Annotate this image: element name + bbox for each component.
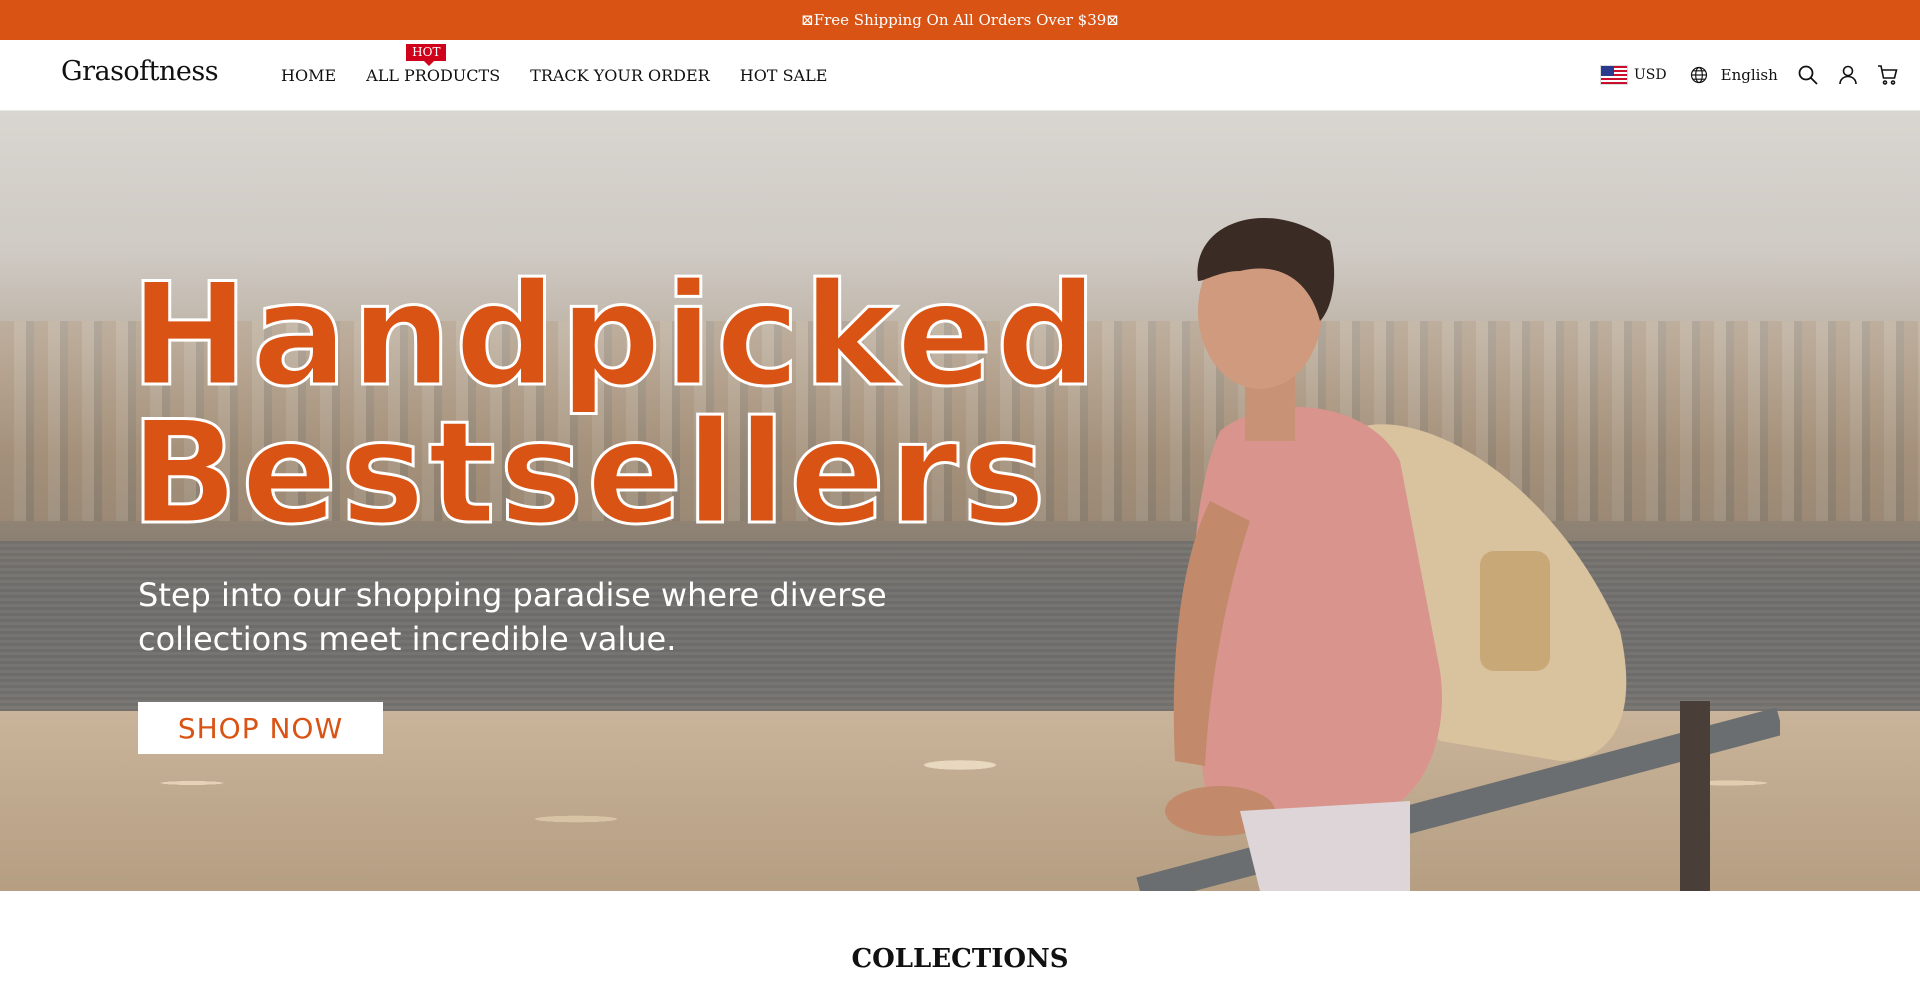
nav-item-home[interactable]: HOME	[281, 66, 336, 85]
us-flag-icon[interactable]	[1600, 65, 1628, 85]
nav-item-all-products[interactable]: HOT ALL PRODUCTS	[366, 44, 501, 85]
hero-subtext: Step into our shopping paradise where di…	[138, 576, 887, 658]
globe-icon[interactable]	[1689, 65, 1709, 85]
hero-model-image	[1136, 217, 1780, 891]
nav-item-track-order[interactable]: TRACK YOUR ORDER	[530, 66, 710, 85]
language-selector[interactable]: English	[1721, 66, 1778, 84]
nav-item-label: ALL PRODUCTS	[366, 66, 501, 85]
site-logo[interactable]: Grasoftness	[61, 56, 219, 87]
nav-item-label: HOT SALE	[739, 66, 828, 85]
site-header: Grasoftness HOME HOT ALL PRODUCTS TRACK …	[0, 40, 1920, 111]
nav-item-hot-sale[interactable]: HOT SALE	[740, 66, 828, 85]
collections-heading: COLLECTIONS	[851, 944, 1069, 974]
nav-item-label: HOME	[281, 66, 337, 85]
main-nav: HOME HOT ALL PRODUCTS TRACK YOUR ORDER H…	[281, 44, 857, 85]
hero-headline: Handpicked Bestsellers	[128, 253, 1101, 556]
currency-selector[interactable]: USD	[1634, 67, 1667, 83]
hero-headline-line-2: Bestsellers	[128, 391, 1049, 556]
announcement-text: ⊠Free Shipping On All Orders Over $39⊠	[801, 11, 1119, 29]
nav-item-label: TRACK YOUR ORDER	[530, 66, 710, 85]
account-icon[interactable]	[1836, 63, 1860, 87]
announcement-bar: ⊠Free Shipping On All Orders Over $39⊠	[0, 0, 1920, 40]
cart-icon[interactable]	[1876, 63, 1900, 87]
hero-headline-line-1: Handpicked	[128, 253, 1101, 418]
hot-badge: HOT	[406, 44, 447, 66]
shop-now-button[interactable]: SHOP NOW	[138, 702, 383, 754]
header-utilities: USD English	[1600, 62, 1916, 88]
search-icon[interactable]	[1796, 63, 1820, 87]
hero-banner: Handpicked Bestsellers Step into our sho…	[0, 111, 1920, 891]
